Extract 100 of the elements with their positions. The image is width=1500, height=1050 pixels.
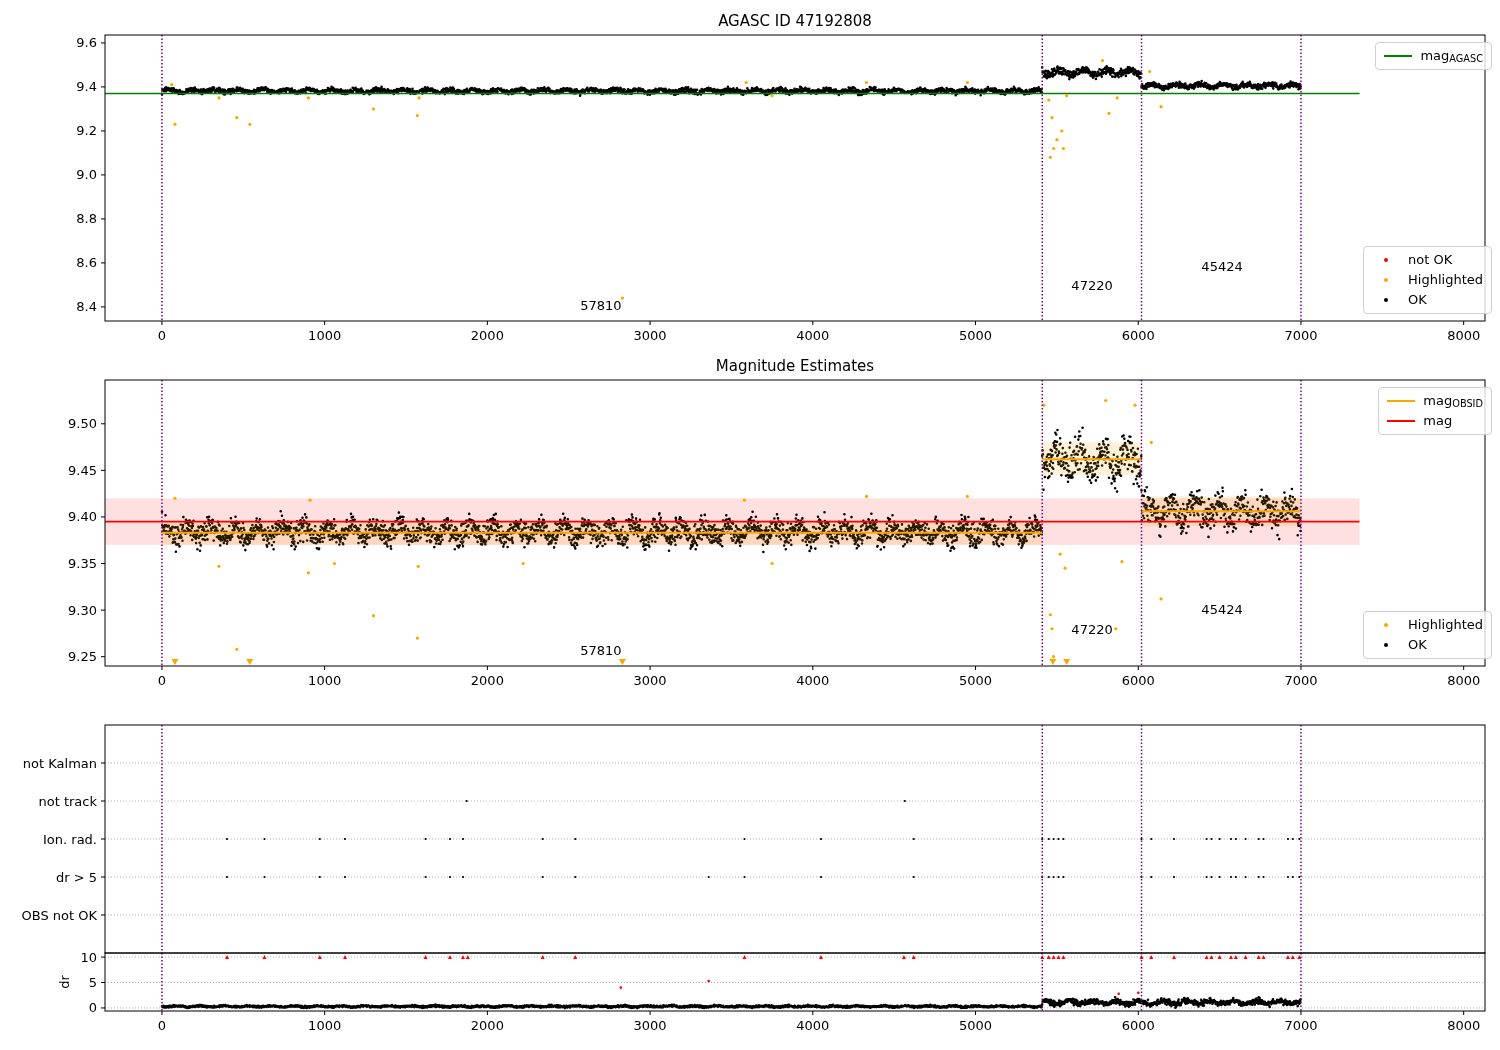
highlighted-point (1060, 129, 1064, 133)
tick-label: 8000 (1447, 328, 1481, 343)
triangle-marker (171, 659, 179, 665)
highlighted-point (1159, 597, 1163, 601)
tick-label: 7000 (1284, 328, 1318, 343)
tick-label: 5 (88, 975, 97, 990)
tick-label: 9.2 (76, 123, 97, 139)
tick-label: 0 (157, 1018, 167, 1033)
tick-label: 1000 (308, 1018, 342, 1033)
highlighted-point (1159, 105, 1163, 109)
highlighted-point (1104, 398, 1108, 403)
triangle-marker (1049, 659, 1057, 665)
tick-label: 8.8 (76, 211, 97, 227)
highlighted-point (1107, 111, 1111, 115)
tick-label: 4000 (796, 673, 830, 688)
highlighted-point (1058, 552, 1062, 556)
tick-label: 9.50 (68, 416, 97, 432)
tick-label: 9.4 (76, 79, 97, 95)
obsid-label: 47220 (1071, 278, 1113, 294)
tick-label: 7000 (1284, 1018, 1318, 1033)
highlighted-point (1048, 613, 1052, 617)
legend-label: OK (1408, 636, 1427, 654)
triangle-marker (1063, 659, 1071, 665)
highlighted-point (770, 94, 774, 98)
tick-label: 3000 (633, 1018, 667, 1033)
tick-label: 3000 (633, 328, 667, 343)
tick-label: 9.6 (76, 35, 97, 51)
highlighted-point (1063, 566, 1067, 570)
highlighted-point (306, 96, 310, 100)
highlighted-point (1148, 69, 1152, 74)
legend-label: mag (1423, 412, 1453, 430)
highlighted-point (371, 614, 376, 618)
highlighted-point (965, 80, 969, 85)
highlighted-point (521, 561, 525, 566)
highlighted-point (744, 80, 748, 85)
tick-label: 9.25 (68, 649, 97, 665)
highlighted-point (416, 564, 420, 568)
tick-label: OBS not OK (21, 907, 97, 923)
tick-label: dr > 5 (55, 869, 97, 885)
highlighted-point (1048, 155, 1052, 159)
tick-label: 8.6 (76, 255, 97, 271)
highlighted-point (620, 296, 625, 300)
tick-label: 9.30 (68, 602, 97, 618)
highlighted-point (1055, 138, 1059, 142)
triangle-marker (246, 659, 254, 665)
highlighted-point (742, 498, 747, 502)
highlighted-point (308, 498, 312, 502)
tick-label: 8.4 (76, 299, 97, 315)
highlighted-point (1114, 627, 1118, 631)
tick-label: 6000 (1121, 328, 1155, 343)
tick-label: 2000 (470, 1018, 504, 1033)
legend-label: mag$_{AGASC}$ (1420, 47, 1483, 65)
obsid-label: 57810 (580, 642, 622, 658)
chart-title: Magnitude Estimates (715, 357, 875, 375)
tick-label: 10 (80, 949, 97, 965)
highlighted-point (1042, 403, 1046, 407)
tick-label: 5000 (959, 1018, 993, 1033)
tick-label: 0 (157, 673, 167, 688)
tick-label: 1000 (308, 673, 342, 688)
highlighted-point (1047, 98, 1051, 102)
tick-label: 9.40 (68, 509, 97, 525)
tick-label: not Kalman (22, 755, 97, 771)
tick-label: 8000 (1447, 673, 1481, 688)
tick-label: 2000 (470, 328, 504, 343)
highlighted-point (248, 122, 252, 126)
obsid-label: 57810 (580, 298, 622, 314)
legend-label: Highlighted (1408, 271, 1483, 289)
tick-label: 9.35 (68, 556, 97, 571)
tick-label: 0 (157, 328, 167, 343)
tick-label: 9.0 (76, 167, 97, 183)
highlighted-point (415, 113, 419, 118)
highlighted-point (1100, 58, 1105, 63)
axis-label: dr (57, 975, 72, 989)
highlighted-point (217, 564, 221, 568)
highlighted-point (965, 494, 969, 499)
tick-label: 9.45 (68, 462, 97, 478)
highlighted-point (371, 107, 376, 111)
obsid-label: 47220 (1071, 622, 1113, 638)
highlighted-point (235, 647, 239, 651)
highlighted-point (1065, 94, 1069, 98)
tick-label: 3000 (633, 673, 667, 688)
legend-label: Highlighted (1408, 616, 1483, 634)
highlighted-point (770, 561, 774, 566)
tick-label: 6000 (1121, 673, 1155, 688)
highlighted-point (415, 636, 419, 640)
highlighted-point (417, 96, 421, 100)
obsid-label: 45424 (1201, 601, 1243, 617)
highlighted-point (1061, 146, 1065, 151)
highlighted-point (864, 80, 869, 85)
highlighted-point (1050, 116, 1054, 120)
tick-label: 8000 (1447, 1018, 1481, 1033)
highlighted-point (1052, 146, 1056, 151)
tick-label: 5000 (959, 673, 993, 688)
highlighted-point (235, 116, 239, 120)
highlighted-point (1115, 96, 1119, 100)
tick-label: 5000 (959, 328, 993, 343)
tick-label: 6000 (1121, 1018, 1155, 1033)
highlighted-point (864, 494, 869, 499)
tick-label: not track (38, 793, 97, 809)
tick-label: 2000 (470, 673, 504, 688)
